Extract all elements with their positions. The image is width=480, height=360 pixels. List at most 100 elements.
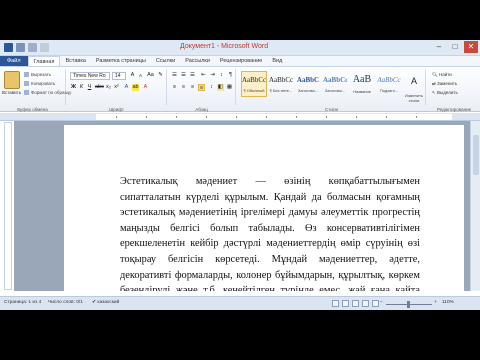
tab-file[interactable]: Файл [0, 56, 28, 66]
change-styles-button[interactable]: Изменить стили [403, 94, 425, 103]
maximize-button[interactable]: □ [448, 41, 462, 53]
document-text[interactable]: Эстетикалық мәдениет — өзінің көпқабатты… [120, 174, 420, 291]
outline-view-icon[interactable] [362, 300, 369, 307]
style-subtitle[interactable]: AaBbCc Подзаго... [376, 71, 402, 97]
shading-icon[interactable]: ◧ [217, 84, 224, 91]
superscript-icon[interactable]: x² [113, 84, 120, 91]
zoom-out-icon[interactable]: – [380, 300, 383, 305]
sort-icon[interactable]: ↕ [218, 72, 225, 79]
subscript-icon[interactable]: x₂ [105, 84, 112, 91]
italic-icon[interactable]: К [78, 84, 85, 91]
paragraph-label: Абзац [195, 107, 208, 112]
vertical-ruler[interactable] [4, 122, 12, 290]
font-color-icon[interactable]: A [142, 84, 149, 91]
cut-button[interactable]: Вырезать [24, 72, 51, 78]
web-layout-view-icon[interactable] [352, 300, 359, 307]
tab-references[interactable]: Ссылки [151, 56, 180, 66]
format-painter-button[interactable]: Формат по образцу [24, 90, 71, 96]
style-no-spacing[interactable]: AaBbCc ¶ Без инте... [268, 71, 294, 97]
borders-icon[interactable]: ▦ [226, 84, 233, 91]
status-bar: Страница: 1 из 4 Число слов: 0/1 ✔ казах… [0, 296, 480, 310]
window-title: Документ1 - Microsoft Word [180, 43, 269, 50]
increase-indent-icon[interactable]: ⇥ [209, 72, 216, 79]
tab-insert[interactable]: Вставка [60, 56, 90, 66]
zoom-slider-thumb[interactable] [407, 301, 410, 308]
print-layout-view-icon[interactable] [332, 300, 339, 307]
minimize-button[interactable]: – [432, 41, 446, 53]
select-button[interactable]: ↖ Выделить [432, 90, 458, 96]
style-heading-2[interactable]: AaBbCc Заголово... [322, 71, 348, 97]
ruler-page-area [96, 114, 452, 120]
zoom-in-icon[interactable]: + [434, 300, 437, 305]
scissors-icon [24, 72, 29, 78]
tab-home[interactable]: Главная [27, 56, 61, 66]
ribbon-tabs: Файл Главная Вставка Разметка страницы С… [0, 56, 480, 67]
window-controls: – □ ✕ [432, 41, 478, 53]
tab-mailings[interactable]: Рассылки [180, 56, 215, 66]
word-window: Документ1 - Microsoft Word – □ ✕ Файл Гл… [0, 40, 480, 310]
bullets-icon[interactable]: ☰ [171, 72, 178, 79]
change-styles-icon[interactable]: A [406, 73, 422, 89]
highlight-icon[interactable]: ab [132, 84, 139, 91]
shrink-font-icon[interactable]: A [137, 72, 144, 79]
multilevel-list-icon[interactable]: ☰ [189, 72, 196, 79]
align-left-icon[interactable]: ≡ [171, 84, 178, 91]
document-page[interactable]: Эстетикалық мәдениет — өзінің көпқабатты… [64, 125, 464, 291]
replace-button[interactable]: ⇄ Заменить [432, 81, 457, 87]
font-group: Times New Ro 14 A A Aa ✎ Ж К Ч abc x₂ x²… [67, 69, 167, 112]
font-label: Шрифт [109, 107, 124, 112]
word-count[interactable]: Число слов: 0/1 [48, 300, 83, 305]
undo-icon[interactable] [28, 43, 37, 52]
clipboard-label: Буфер обмена [17, 107, 48, 112]
brush-icon [24, 90, 29, 96]
change-case-icon[interactable]: Aa [147, 72, 154, 79]
justify-icon[interactable]: ≡ [198, 84, 205, 91]
save-icon[interactable] [16, 43, 25, 52]
language-indicator[interactable]: ✔ казахский [92, 300, 119, 305]
title-bar: Документ1 - Microsoft Word – □ ✕ [0, 40, 480, 56]
horizontal-ruler[interactable] [0, 113, 480, 121]
redo-icon[interactable] [40, 43, 49, 52]
tab-page-layout[interactable]: Разметка страницы [91, 56, 151, 66]
editing-group: 🔍︎ Найти ⇄ Заменить ↖ Выделить Редактиро… [428, 69, 480, 112]
grow-font-icon[interactable]: A [129, 72, 136, 79]
align-center-icon[interactable]: ≡ [180, 84, 187, 91]
paste-icon[interactable] [4, 71, 20, 89]
bold-icon[interactable]: Ж [70, 84, 77, 91]
show-marks-icon[interactable]: ¶ [227, 72, 234, 79]
styles-label: Стили [325, 107, 338, 112]
strikethrough-icon[interactable]: abc [95, 84, 104, 91]
align-right-icon[interactable]: ≡ [189, 84, 196, 91]
paste-button[interactable]: Вставить [2, 90, 21, 95]
vertical-scrollbar[interactable] [470, 121, 480, 291]
style-title[interactable]: AaB Название [349, 71, 375, 97]
style-normal[interactable]: AaBbCc ¶ Обычный [241, 71, 267, 97]
clipboard-group: Вставить Вырезать Копировать Формат по о… [0, 69, 71, 112]
full-screen-view-icon[interactable] [342, 300, 349, 307]
draft-view-icon[interactable] [372, 300, 379, 307]
underline-icon[interactable]: Ч [86, 84, 93, 91]
word-logo-icon [4, 43, 13, 52]
font-size-select[interactable]: 14 [112, 72, 126, 80]
line-spacing-icon[interactable]: ↕ [208, 84, 215, 91]
quick-access-toolbar [4, 43, 49, 52]
document-area: Эстетикалық мәдениет — өзінің көпқабатты… [14, 121, 470, 291]
ribbon: Вставить Вырезать Копировать Формат по о… [0, 67, 480, 112]
page-count[interactable]: Страница: 1 из 4 [4, 300, 41, 305]
decrease-indent-icon[interactable]: ⇤ [200, 72, 207, 79]
zoom-level[interactable]: 110% [442, 300, 454, 305]
font-name-select[interactable]: Times New Ro [70, 72, 110, 80]
style-heading-1[interactable]: AaBbC Заголово... [295, 71, 321, 97]
numbering-icon[interactable]: ☰ [180, 72, 187, 79]
binoculars-icon: 🔍︎ [432, 72, 439, 77]
close-button[interactable]: ✕ [464, 41, 478, 53]
styles-group: AaBbCc ¶ Обычный AaBbCc ¶ Без инте... Aa… [238, 69, 426, 112]
scrollbar-thumb[interactable] [473, 135, 479, 175]
text-effects-icon[interactable]: A [123, 84, 130, 91]
tab-review[interactable]: Рецензирование [215, 56, 267, 66]
clear-format-icon[interactable]: ✎ [157, 72, 164, 79]
copy-button[interactable]: Копировать [24, 81, 55, 87]
tab-view[interactable]: Вид [267, 56, 287, 66]
paragraph-group: ☰ ☰ ☰ ⇤ ⇥ ↕ ¶ ≡ ≡ ≡ ≡ ↕ ◧ ▦ Абзац [168, 69, 236, 112]
find-button[interactable]: 🔍︎ Найти [432, 72, 452, 78]
